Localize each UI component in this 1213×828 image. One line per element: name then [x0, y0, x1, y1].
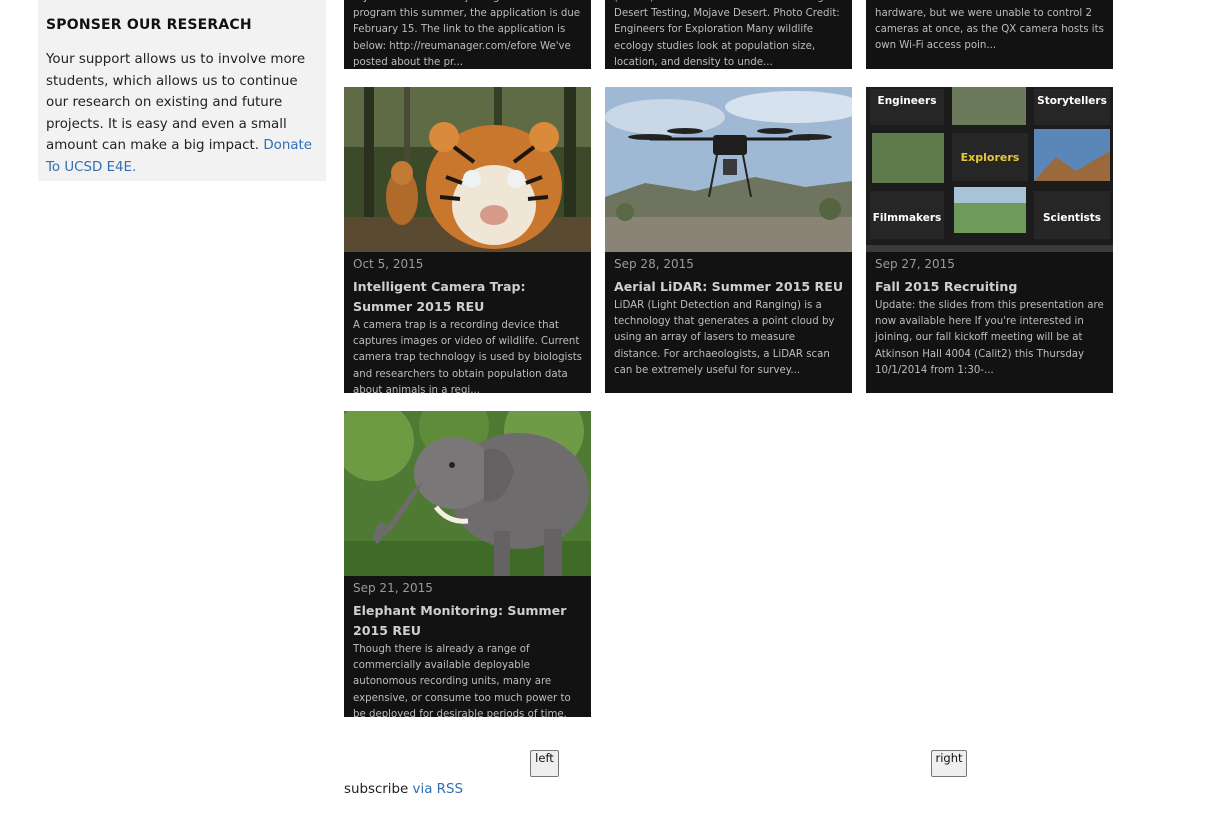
post-title[interactable]: Aerial LiDAR: Summer 2015 REU: [614, 277, 844, 297]
collage-label-engineers: Engineers: [878, 95, 937, 107]
post-card-camera-trap[interactable]: Oct 5, 2015 Intelligent Camera Trap: Sum…: [344, 87, 591, 393]
subscribe-label: subscribe: [344, 782, 409, 797]
collage-label-storytellers: Storytellers: [1037, 95, 1107, 107]
collage-label-explorers: Explorers: [961, 151, 1020, 164]
rss-link[interactable]: via RSS: [413, 782, 463, 797]
subscribe-line: subscribe via RSS: [344, 782, 463, 797]
post-date: Sep 27, 2015: [875, 257, 955, 271]
post-excerpt: (Above) 2015 Radio Collar Tracker during…: [614, 0, 840, 68]
post-title[interactable]: Fall 2015 Recruiting: [875, 277, 1105, 297]
pager-left-button[interactable]: left: [530, 750, 559, 777]
post-excerpt: A camera trap is a recording device that…: [353, 320, 582, 393]
drone-photo[interactable]: [605, 87, 852, 252]
post-excerpt: hardware, but we were unable to control …: [875, 8, 1104, 52]
post-date: Sep 21, 2015: [353, 581, 433, 595]
post-title[interactable]: Intelligent Camera Trap: Summer 2015 REU: [353, 277, 583, 317]
post-excerpt: LiDAR (Light Detection and Ranging) is a…: [614, 300, 835, 376]
post-excerpt: If you're interested in joining us for o…: [353, 0, 581, 68]
post-date: Sep 28, 2015: [614, 257, 694, 271]
post-card-reu-application[interactable]: If you're interested in joining us for o…: [344, 0, 591, 69]
post-excerpt: Though there is already a range of comme…: [353, 644, 571, 717]
sponsor-text: Your support allows us to involve more s…: [46, 49, 318, 178]
post-card-elephant-monitoring[interactable]: Sep 21, 2015 Elephant Monitoring: Summer…: [344, 411, 591, 717]
collage-label-filmmakers: Filmmakers: [873, 212, 942, 224]
post-card-aerial-lidar[interactable]: Sep 28, 2015 Aerial LiDAR: Summer 2015 R…: [605, 87, 852, 393]
pager-right-button[interactable]: right: [931, 750, 967, 777]
post-date: Oct 5, 2015: [353, 257, 424, 271]
post-card-fall-recruiting[interactable]: Engineers Storytellers Explorers Filmmak…: [866, 87, 1113, 393]
post-card-qx-camera[interactable]: hardware, but we were unable to control …: [866, 0, 1113, 69]
collage-label-scientists: Scientists: [1043, 212, 1101, 224]
post-title[interactable]: Elephant Monitoring: Summer 2015 REU: [353, 601, 583, 641]
tiger-photo[interactable]: [344, 87, 591, 252]
sponsor-heading: SPONSER OUR RESERACH: [46, 17, 252, 33]
sponsor-widget: SPONSER OUR RESERACH Your support allows…: [38, 0, 326, 181]
elephant-photo[interactable]: [344, 411, 591, 576]
recruiting-collage[interactable]: Engineers Storytellers Explorers Filmmak…: [866, 87, 1113, 252]
post-excerpt: Update: the slides from this presentatio…: [875, 300, 1104, 376]
post-card-radio-collar[interactable]: (Above) 2015 Radio Collar Tracker during…: [605, 0, 852, 69]
